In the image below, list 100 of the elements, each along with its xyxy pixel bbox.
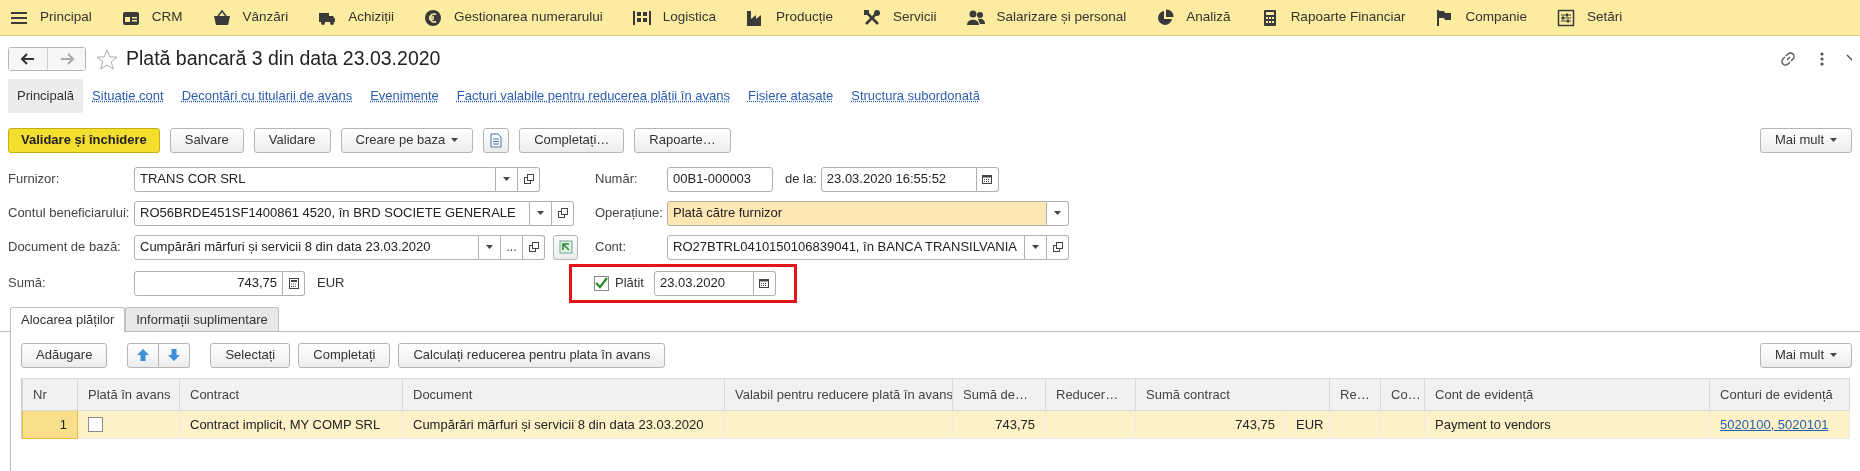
column-header[interactable]: Co… [1380, 378, 1425, 411]
toolbar-button[interactable]: Rapoarte… [634, 127, 731, 153]
dropdown-button[interactable] [530, 200, 552, 226]
dropdown-button[interactable] [479, 234, 501, 260]
input-field[interactable]: 23.03.2020 16:55:52 [820, 166, 977, 192]
input-field[interactable]: TRANS COR SRL [134, 166, 496, 192]
section-link[interactable]: Situație cont [83, 79, 173, 113]
document-button[interactable] [483, 127, 510, 153]
section-link[interactable]: Structura subordonată [842, 79, 989, 113]
input-field[interactable]: RO27BTRL0410150106839041, în BANCA TRANSILVANIA [667, 234, 1025, 260]
back-button[interactable] [9, 48, 47, 70]
input-field[interactable]: 743,75 [134, 270, 283, 296]
section-link[interactable]: Evenimente [361, 79, 448, 113]
open-button[interactable] [1047, 234, 1069, 260]
table-button[interactable]: Selectați [210, 342, 291, 368]
flag-icon [1435, 8, 1454, 27]
table-cell: Payment to vendors [1435, 416, 1551, 432]
validate-close-button[interactable]: Validare și închidere [8, 127, 160, 153]
forward-arrow-icon [59, 53, 74, 65]
calendar-icon [759, 278, 770, 288]
column-header[interactable]: Contract [179, 378, 403, 411]
calendar-button[interactable] [753, 270, 776, 296]
input-field[interactable]: RO56BRDE451SF1400861 4520, în BRD SOCIETE GENERALE [134, 200, 530, 226]
table-button[interactable]: Completați [298, 342, 391, 368]
field-label: Sumă: [8, 274, 47, 293]
caret-icon [1830, 353, 1837, 357]
checkbox[interactable] [88, 417, 103, 432]
caret-icon [503, 177, 510, 181]
table-button[interactable]: Adăugare [21, 342, 108, 368]
column-header[interactable]: Reducer… [1045, 378, 1136, 411]
input-field[interactable]: Cumpărări mărfuri și servicii 8 din data 23.03.2020 [134, 234, 479, 260]
calculator-button[interactable] [283, 270, 305, 296]
column-header[interactable]: Sumă contract [1135, 378, 1330, 411]
open-icon [528, 242, 539, 252]
menu-item[interactable]: Salarizare și personal [966, 7, 1157, 28]
table-cell: Cumpărări mărfuri și servicii 8 din data 23.03.2020 [413, 416, 704, 432]
menu-item[interactable]: Gestionarea numerarului [424, 7, 633, 28]
menu-item[interactable]: Principal [10, 7, 122, 28]
column-header[interactable]: Conturi de evidență [1709, 378, 1850, 411]
more-icon[interactable] [1819, 51, 1825, 67]
section-link[interactable]: Fișiere atașate [739, 79, 843, 113]
tools-icon [863, 8, 881, 27]
menu-item[interactable]: Vânzări [212, 7, 319, 28]
input-field[interactable]: Plată către furnizor [667, 200, 1047, 226]
open-button[interactable] [518, 166, 540, 192]
move-down-button[interactable] [159, 342, 191, 368]
section-link[interactable]: Principală [8, 79, 84, 113]
checkbox-label: Plătit [615, 274, 644, 293]
field-label: Operațiune: [595, 204, 664, 223]
dropdown-button[interactable] [496, 166, 518, 192]
star-icon[interactable] [96, 48, 118, 70]
table-button[interactable]: Calculați reducerea pentru plata în avans [398, 342, 666, 368]
open-icon [557, 208, 568, 218]
caret-icon [1054, 211, 1061, 215]
open-button[interactable] [552, 200, 574, 226]
section-link[interactable]: Facturi valabile pentru reducerea plății în avans [447, 79, 739, 113]
column-header[interactable]: Re… [1329, 378, 1381, 411]
more-button[interactable]: Mai mult [1759, 342, 1852, 368]
menu-item[interactable]: Setări [1557, 7, 1653, 28]
menu-item[interactable]: Logistica [632, 7, 746, 28]
navigation-button-group[interactable] [8, 47, 86, 71]
menu-item[interactable]: Achiziții [318, 7, 425, 28]
up-arrow-icon [136, 348, 151, 362]
table-cell: Contract implicit, MY COMP SRL [190, 416, 381, 432]
menu-item[interactable]: Analiză [1156, 7, 1261, 28]
menu-item[interactable]: Rapoarte Financiar [1260, 7, 1436, 28]
toolbar-button[interactable]: Validare [253, 127, 331, 153]
dropdown-button[interactable] [1025, 234, 1047, 260]
dropdown-button[interactable]: Creare pe baza [340, 127, 474, 153]
open-icon [523, 174, 534, 184]
open-button[interactable] [523, 234, 545, 260]
link-icon[interactable] [1779, 50, 1797, 68]
document-icon [490, 132, 503, 148]
checkbox[interactable] [594, 275, 609, 291]
menu-item[interactable]: CRM [121, 7, 213, 28]
currency-label: EUR [317, 274, 345, 293]
move-up-button[interactable] [127, 342, 160, 368]
calendar-button[interactable] [976, 166, 999, 192]
column-header[interactable]: Cont de evidență [1424, 378, 1710, 411]
column-header[interactable]: Nr [22, 378, 78, 411]
toolbar-button[interactable]: Completați… [519, 127, 625, 153]
input-field[interactable]: 23.03.2020 [653, 270, 754, 296]
field-label: de la: [785, 170, 817, 189]
caret-icon [1830, 138, 1837, 142]
section-link[interactable]: Decontări cu titularii de avans [172, 79, 362, 113]
toolbar-button[interactable]: Salvare [169, 127, 244, 153]
input-field[interactable]: 00B1-000003 [667, 166, 773, 192]
select-button[interactable]: ... [501, 234, 523, 260]
menu-item[interactable]: Companie [1435, 7, 1557, 28]
column-header[interactable]: Document [402, 378, 725, 411]
caret-icon [451, 138, 459, 142]
tab[interactable]: Informații suplimentare [125, 307, 279, 331]
fill-button[interactable] [553, 234, 578, 260]
menu-item[interactable]: Servicii [863, 7, 967, 28]
more-button[interactable]: Mai mult [1759, 127, 1852, 153]
menu-item[interactable]: Producție [745, 7, 863, 28]
dropdown-button[interactable] [1047, 200, 1069, 226]
tab[interactable]: Alocarea plăților [10, 307, 126, 332]
column-header[interactable]: Sumă de… [952, 378, 1046, 411]
column-header[interactable]: Plată în avans [77, 378, 180, 411]
